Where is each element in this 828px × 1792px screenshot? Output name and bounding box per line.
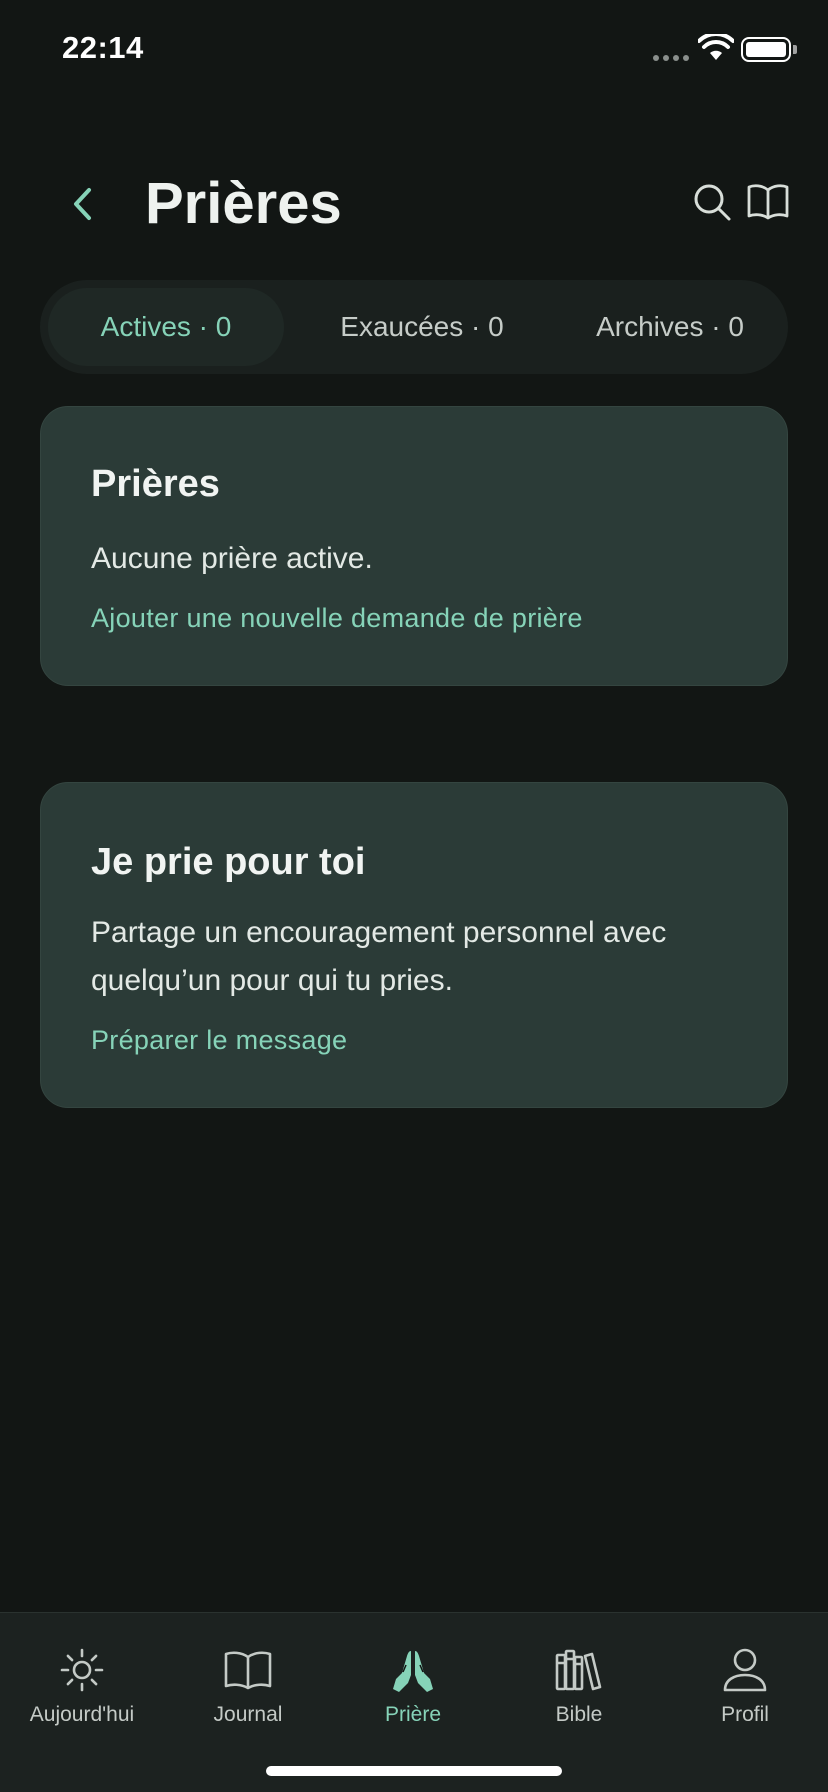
nav-label: Aujourd'hui xyxy=(29,1703,135,1726)
card-title: Prières xyxy=(91,463,220,505)
search-button[interactable] xyxy=(690,180,734,224)
nav-label: Profil xyxy=(721,1703,769,1726)
nav-item-aujourdhui[interactable]: Aujourd'hui xyxy=(2,1643,162,1753)
nav-label: Journal xyxy=(213,1703,283,1726)
nav-label: Prière xyxy=(384,1703,442,1726)
battery-icon xyxy=(741,37,791,62)
pray-for-you-card: Je prie pour toi Partage un encouragemen… xyxy=(40,782,788,1108)
home-indicator[interactable] xyxy=(266,1766,562,1776)
chevron-left-icon xyxy=(74,188,91,220)
wifi-icon xyxy=(698,34,734,60)
search-icon xyxy=(694,184,731,221)
nav-item-bible[interactable]: Bible xyxy=(499,1643,659,1753)
nav-label: Bible xyxy=(555,1703,603,1726)
battery-tip xyxy=(793,45,797,54)
add-prayer-request-link[interactable]: Ajouter une nouvelle demande de prière xyxy=(91,603,583,634)
card-body: Aucune prière active. xyxy=(91,542,373,575)
nav-item-profil[interactable]: Profil xyxy=(665,1643,825,1753)
status-time: 22:14 xyxy=(62,30,144,65)
page-title: Prières xyxy=(145,171,342,236)
tab-exaucees[interactable]: Exaucées · 0 xyxy=(302,288,542,366)
book-open-icon xyxy=(747,184,789,220)
prayer-status-tabs: Actives · 0 Exaucées · 0 Archives · 0 xyxy=(40,280,788,374)
prepare-message-link[interactable]: Préparer le message xyxy=(91,1025,347,1056)
sun-icon xyxy=(55,1643,109,1697)
book-open-icon xyxy=(221,1643,275,1697)
library-books-icon xyxy=(552,1643,606,1697)
praying-hands-icon xyxy=(386,1643,440,1697)
prayers-card: Prières Aucune prière active. Ajouter un… xyxy=(40,406,788,686)
status-bar: 22:14 xyxy=(0,0,828,100)
bible-button[interactable] xyxy=(746,182,790,222)
person-icon xyxy=(718,1643,772,1697)
tab-archives[interactable]: Archives · 0 xyxy=(560,288,780,366)
nav-item-journal[interactable]: Journal xyxy=(168,1643,328,1753)
card-body: Partage un encouragement personnel avec … xyxy=(91,916,667,997)
bottom-tab-bar: Aujourd'hui Journal Prière Bible Profil xyxy=(0,1612,828,1792)
nav-item-priere[interactable]: Prière xyxy=(333,1643,493,1753)
prayers-screen: 22:14 Prières Actives · 0 Exaucées · 0 A… xyxy=(0,0,828,1792)
tab-actives[interactable]: Actives · 0 xyxy=(48,288,284,366)
cellular-signal-icon xyxy=(653,55,689,61)
back-button[interactable] xyxy=(60,180,108,228)
card-title: Je prie pour toi xyxy=(91,841,366,883)
